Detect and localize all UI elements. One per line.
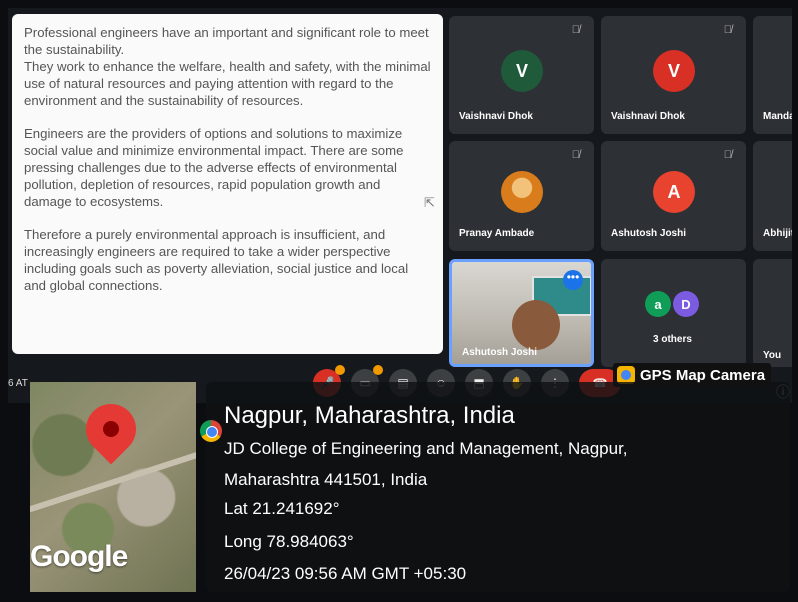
presentation-slide: Professional engineers have an important… <box>12 14 443 354</box>
latitude: Lat 21.241692° <box>224 499 340 518</box>
others-tile[interactable]: a D 3 others <box>601 259 746 367</box>
participant-name: Pranay Ambade <box>459 228 535 239</box>
pin-dot <box>103 421 119 437</box>
location-city: Nagpur, Maharashtra, India <box>224 402 515 429</box>
muted-mic-icon: 🎙̸ <box>723 149 732 161</box>
participant-name: 3 others <box>653 334 692 345</box>
warning-badge <box>373 365 383 375</box>
muted-mic-icon: 🎙̸ <box>571 149 580 161</box>
location-address-line-2: Maharashtra 441501, India <box>224 470 428 489</box>
muted-mic-icon: 🎙̸ <box>723 24 732 36</box>
participant-name: Ashutosh Joshi <box>462 347 538 358</box>
avatar: D <box>673 291 699 317</box>
chrome-icon <box>200 420 222 442</box>
warning-badge <box>335 365 345 375</box>
participant-tile[interactable]: 🎙̸ Pranay Ambade <box>449 141 594 251</box>
avatar: V <box>501 50 543 92</box>
participant-tile[interactable]: You <box>753 259 792 367</box>
timestamp: 26/04/23 09:56 AM GMT +05:30 <box>224 564 467 583</box>
avatar: A <box>653 171 695 213</box>
participant-grid: 🎙̸ V Vaishnavi Dhok 🎙̸ V Vaishnavi Dhok … <box>449 16 792 367</box>
participant-name: Ashutosh Joshi <box>611 228 687 239</box>
presenter-face <box>512 300 560 350</box>
location-pin-icon <box>75 393 147 474</box>
location-info-panel: Nagpur, Maharashtra, India JD College of… <box>206 382 790 592</box>
participant-tile[interactable]: 🎙̸ V Vaishnavi Dhok <box>449 16 594 134</box>
avatar: a <box>645 291 671 317</box>
slide-paragraph-2: Engineers are the providers of options a… <box>24 126 404 209</box>
slide-paragraph-1: Professional engineers have an important… <box>24 25 431 108</box>
participant-name: Vaishnavi Dhok <box>459 111 533 122</box>
self-video-tile[interactable]: ••• Ashutosh Joshi <box>449 259 594 367</box>
participant-name: Abhijit <box>763 228 792 239</box>
more-options-icon[interactable]: ••• <box>563 270 583 290</box>
avatar: V <box>653 50 695 92</box>
slide-paragraph-3: Therefore a purely environmental approac… <box>24 227 409 293</box>
participant-tile[interactable]: 🎙̸ A Ashutosh Joshi <box>601 141 746 251</box>
participant-tile[interactable]: Manda <box>753 16 792 134</box>
map-thumbnail: Google <box>30 382 196 592</box>
participant-name: Vaishnavi Dhok <box>611 111 685 122</box>
gps-camera-text: GPS Map Camera <box>640 366 766 384</box>
participant-name: You <box>763 350 782 361</box>
avatar <box>501 171 543 213</box>
longitude: Long 78.984063° <box>224 532 354 551</box>
muted-mic-icon: 🎙̸ <box>571 24 580 36</box>
meeting-time-label: 6 AT <box>8 378 28 389</box>
participant-name: Manda <box>763 111 792 122</box>
participant-tile[interactable]: Abhijit <box>753 141 792 251</box>
mouse-cursor-icon: ⇱ <box>424 195 435 210</box>
participant-tile[interactable]: 🎙̸ V Vaishnavi Dhok <box>601 16 746 134</box>
google-logo: Google <box>30 540 128 573</box>
location-address-line-1: JD College of Engineering and Management… <box>224 439 628 458</box>
meeting-screen: Professional engineers have an important… <box>8 8 792 403</box>
